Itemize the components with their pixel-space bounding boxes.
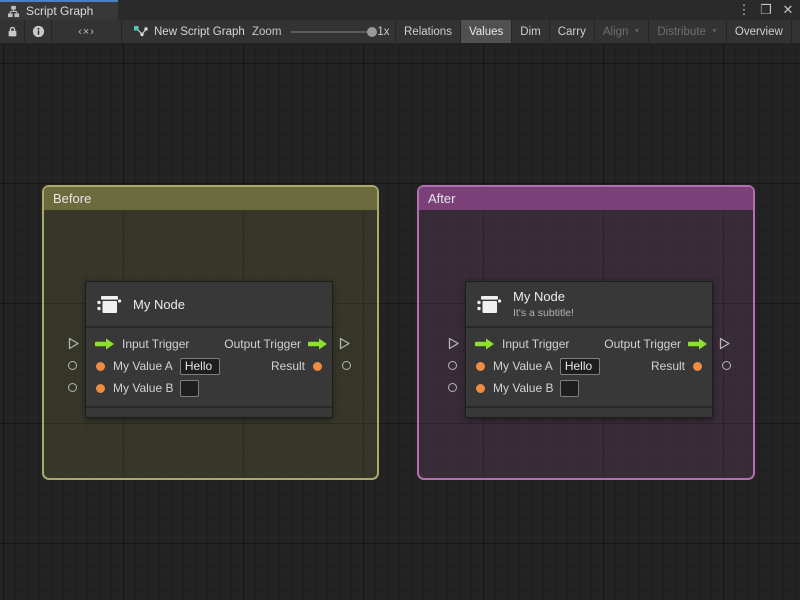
outer-input-trigger-port[interactable] [448, 337, 460, 350]
code-icon: ‹×› [78, 25, 95, 38]
custom-node-icon [477, 296, 502, 313]
input-trigger-port-icon[interactable] [95, 338, 115, 350]
lock-icon [8, 26, 16, 37]
group-before-header[interactable]: Before [44, 187, 377, 210]
toolbar-left-group: ‹×› [0, 20, 122, 43]
outer-value-b-port[interactable] [448, 383, 457, 392]
carry-button[interactable]: Carry [550, 20, 595, 43]
node-my-node-after[interactable]: My Node It's a subtitle! Input Trigger O… [448, 281, 731, 418]
full-screen-button[interactable]: Full Screen [792, 20, 800, 43]
title-bar: Script Graph ⋮ ❐ ✕ [0, 0, 800, 20]
custom-node-icon [97, 296, 122, 313]
value-a-port-icon[interactable] [96, 361, 105, 371]
graph-toolbar: ‹×› New Script Graph Zoom 1x Relations V… [0, 20, 800, 43]
node-ports-area: Input Trigger Output Trigger My Value A … [86, 328, 332, 406]
info-icon [32, 25, 44, 38]
value-a-row: My Value A Result [466, 355, 712, 377]
chevron-down-icon: ▼ [633, 28, 641, 35]
node-titles: My Node [133, 297, 185, 312]
dim-button[interactable]: Dim [512, 20, 550, 43]
node-header[interactable]: My Node It's a subtitle! [466, 282, 712, 328]
value-a-port-icon[interactable] [476, 361, 485, 371]
node-titles: My Node It's a subtitle! [513, 289, 574, 319]
values-button[interactable]: Values [460, 20, 513, 43]
script-graph-window: Script Graph ⋮ ❐ ✕ ‹×› New Script Graph … [0, 0, 800, 600]
graph-name-label: New Script Graph [154, 25, 245, 38]
zoom-control: Zoom 1x [252, 20, 390, 43]
node-title: My Node [513, 289, 566, 304]
script-graph-icon [134, 25, 148, 36]
graph-hierarchy-icon [7, 5, 20, 17]
graph-title-area[interactable]: New Script Graph [133, 20, 245, 43]
value-a-row: My Value A Result [86, 355, 332, 377]
window-controls: ⋮ ❐ ✕ [736, 0, 796, 20]
chevron-down-icon: ▼ [710, 28, 718, 35]
graph-canvas[interactable]: Before After My Node Input Trigger Outpu… [0, 43, 800, 600]
relations-button[interactable]: Relations [396, 20, 461, 43]
outer-value-b-port[interactable] [68, 383, 77, 392]
zoom-slider-handle[interactable] [367, 26, 378, 37]
value-a-label: My Value A [493, 359, 553, 373]
outer-value-a-port[interactable] [68, 361, 77, 370]
outer-value-a-port[interactable] [448, 361, 457, 370]
outer-output-trigger-port[interactable] [719, 337, 731, 350]
info-button[interactable] [25, 20, 52, 43]
value-b-label: My Value B [493, 381, 554, 395]
node-footer [86, 406, 332, 417]
lock-button[interactable] [0, 20, 25, 43]
group-before-label: Before [53, 191, 92, 206]
node-title: My Node [133, 296, 186, 312]
result-port-icon[interactable] [313, 361, 322, 371]
node-footer [466, 406, 712, 417]
group-after-label: After [428, 191, 456, 206]
value-b-label: My Value B [113, 381, 174, 395]
outer-input-trigger-port[interactable] [68, 337, 80, 350]
value-b-input[interactable] [560, 379, 580, 397]
value-a-input[interactable] [179, 357, 220, 375]
value-a-label: My Value A [113, 359, 173, 373]
value-b-row: My Value B [466, 377, 712, 399]
value-b-input[interactable] [180, 379, 200, 397]
output-trigger-port-icon[interactable] [688, 338, 708, 350]
value-a-input[interactable] [559, 357, 600, 375]
output-trigger-label: Output Trigger [604, 337, 681, 351]
value-b-row: My Value B [86, 377, 332, 399]
maximize-icon[interactable]: ❐ [758, 2, 774, 18]
output-trigger-label: Output Trigger [224, 337, 301, 351]
outer-output-trigger-port[interactable] [339, 337, 351, 350]
code-preview-button[interactable]: ‹×› [52, 20, 122, 43]
output-trigger-port-icon[interactable] [308, 338, 328, 350]
tab-label: Script Graph [26, 4, 94, 18]
node-subtitle: It's a subtitle! [513, 307, 574, 319]
node-header[interactable]: My Node [86, 282, 332, 328]
node-my-node-before[interactable]: My Node Input Trigger Output Trigger My … [68, 281, 351, 418]
result-label: Result [650, 359, 685, 373]
input-trigger-port-icon[interactable] [475, 338, 495, 350]
align-button: Align ▼ [595, 20, 650, 43]
zoom-label: Zoom [252, 25, 282, 38]
node-ports-area: Input Trigger Output Trigger My Value A … [466, 328, 712, 406]
tab-script-graph[interactable]: Script Graph [0, 0, 118, 20]
distribute-button: Distribute ▼ [649, 20, 727, 43]
trigger-row: Input Trigger Output Trigger [466, 333, 712, 355]
zoom-slider-track[interactable] [291, 26, 378, 37]
menu-icon[interactable]: ⋮ [736, 2, 752, 18]
result-port-icon[interactable] [693, 361, 702, 371]
group-after-header[interactable]: After [419, 187, 753, 210]
outer-result-port[interactable] [722, 361, 731, 370]
value-b-port-icon[interactable] [476, 383, 485, 393]
close-icon[interactable]: ✕ [780, 2, 796, 18]
overview-button[interactable]: Overview [727, 20, 792, 43]
input-trigger-label: Input Trigger [122, 337, 190, 351]
value-b-port-icon[interactable] [96, 383, 105, 393]
zoom-value: 1x [377, 25, 390, 38]
result-label: Result [270, 359, 305, 373]
outer-result-port[interactable] [342, 361, 351, 370]
toolbar-buttons: Relations Values Dim Carry Align ▼ Distr… [395, 20, 800, 43]
input-trigger-label: Input Trigger [502, 337, 570, 351]
trigger-row: Input Trigger Output Trigger [86, 333, 332, 355]
